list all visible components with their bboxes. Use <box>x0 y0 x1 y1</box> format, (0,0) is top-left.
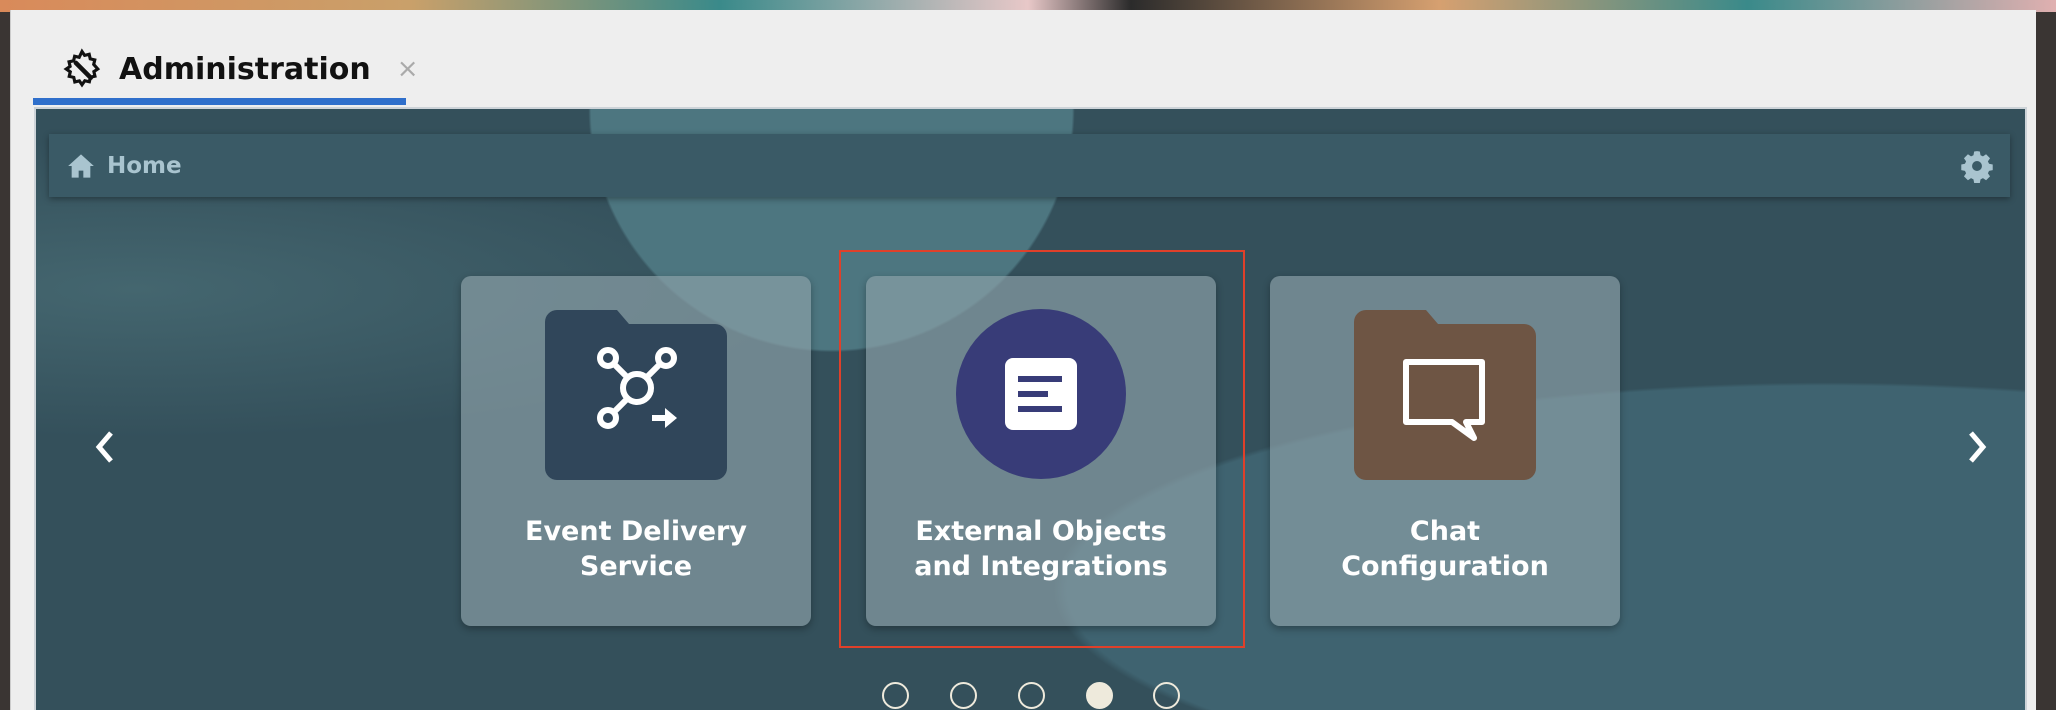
admin-window: Administration × Home Event Delivery Ser… <box>10 10 2036 710</box>
card-label: Chat Configuration <box>1341 516 1549 582</box>
springboard: Home Event Delivery Service External Obj… <box>34 107 2027 710</box>
gear-icon[interactable] <box>1960 149 1994 183</box>
carousel-dot-3[interactable] <box>1018 682 1045 709</box>
home-icon[interactable] <box>67 153 95 179</box>
card-label: Event Delivery Service <box>525 516 747 582</box>
active-tab-indicator <box>33 98 406 105</box>
event-network-folder-icon <box>545 310 727 480</box>
carousel-dot-2[interactable] <box>950 682 977 709</box>
chat-bubble-folder-icon <box>1354 310 1536 480</box>
tab-administration[interactable]: Administration × <box>61 48 419 90</box>
carousel-previous-button[interactable] <box>94 429 116 465</box>
header-bar: Home <box>49 134 2010 197</box>
tab-title: Administration <box>119 51 371 87</box>
tab-close-button[interactable]: × <box>397 54 419 84</box>
carousel-dot-4-active[interactable] <box>1086 682 1113 709</box>
breadcrumb-home[interactable]: Home <box>107 153 182 179</box>
carousel-dot-5[interactable] <box>1153 682 1180 709</box>
wrench-gear-icon <box>63 48 101 88</box>
selection-highlight <box>839 250 1245 648</box>
card-chat-configuration[interactable]: Chat Configuration <box>1270 276 1620 626</box>
carousel-dot-1[interactable] <box>882 682 909 709</box>
carousel-next-button[interactable] <box>1966 429 1988 465</box>
card-event-delivery-service[interactable]: Event Delivery Service <box>461 276 811 626</box>
